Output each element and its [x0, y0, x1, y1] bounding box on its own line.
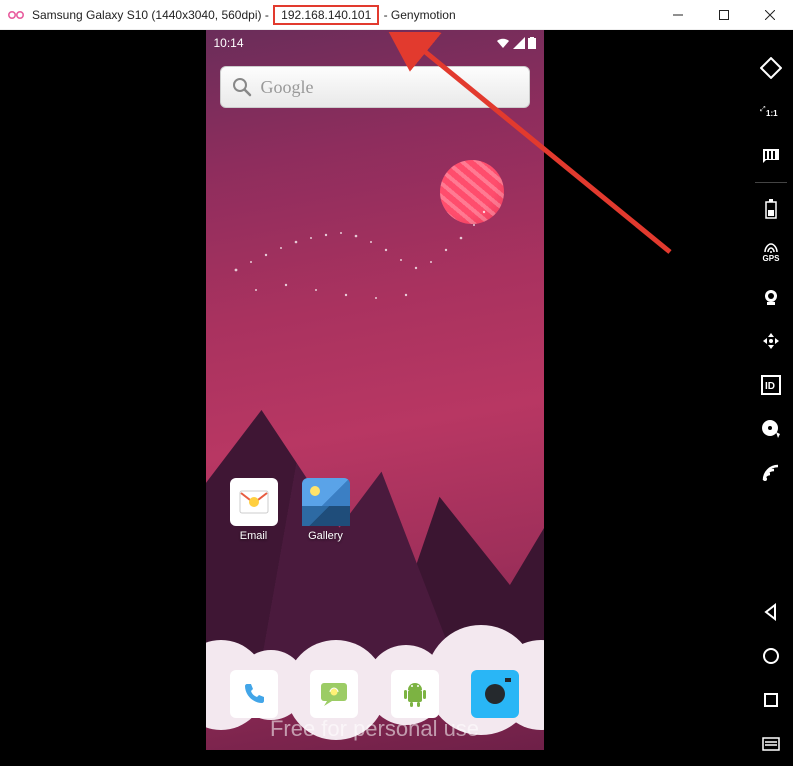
signal-icon: [513, 37, 525, 49]
title-brand: Genymotion: [391, 8, 456, 22]
battery-icon: [528, 37, 536, 49]
android-menu-button[interactable]: [749, 722, 793, 766]
email-icon: [230, 478, 278, 526]
title-ip: 192.168.140.101: [273, 5, 379, 25]
messaging-icon: [310, 670, 358, 718]
minimize-button[interactable]: [655, 0, 701, 30]
home-app-row: Email Gallery: [226, 478, 354, 542]
wallpaper-stars: [216, 190, 536, 340]
home-dock: [226, 670, 524, 718]
window-controls: [655, 0, 793, 30]
title-sep2: -: [380, 8, 391, 22]
search-icon: [231, 76, 253, 98]
android-home-button[interactable]: [749, 634, 793, 678]
svg-text:1:1: 1:1: [766, 109, 778, 118]
rotate-button[interactable]: [749, 46, 793, 90]
emulator-viewport: 10:14 Google: [0, 30, 749, 766]
window-titlebar: Samsung Galaxy S10 (1440x3040, 560dpi) -…: [0, 0, 793, 30]
genymotion-logo-icon: [8, 9, 26, 21]
android-back-button[interactable]: [749, 590, 793, 634]
camera-button[interactable]: [749, 275, 793, 319]
statusbar-right: [496, 37, 536, 49]
window-title: Samsung Galaxy S10 (1440x3040, 560dpi) -…: [32, 5, 456, 25]
title-device: Samsung Galaxy S10 (1440x3040, 560dpi): [32, 8, 261, 22]
maximize-button[interactable]: [701, 0, 747, 30]
network-button[interactable]: [749, 451, 793, 495]
app-apps[interactable]: [387, 670, 443, 718]
app-email-label: Email: [240, 530, 268, 542]
screencast-button[interactable]: [749, 134, 793, 178]
app-gallery[interactable]: Gallery: [298, 478, 354, 542]
gps-label: GPS: [763, 254, 780, 263]
identifier-button[interactable]: ID: [749, 363, 793, 407]
app-camera[interactable]: [467, 670, 523, 718]
app-phone[interactable]: [226, 670, 282, 718]
genymotion-sidebar: ⤢1:1 GPS ID: [749, 30, 793, 766]
title-sep1: -: [261, 8, 272, 22]
remote-button[interactable]: [749, 319, 793, 363]
gps-button[interactable]: GPS: [749, 231, 793, 275]
main-area: 10:14 Google: [0, 30, 793, 766]
svg-text:ID: ID: [765, 381, 775, 392]
gallery-icon: [302, 478, 350, 526]
app-gallery-label: Gallery: [308, 530, 343, 542]
app-messaging[interactable]: [306, 670, 362, 718]
google-search-widget[interactable]: Google: [220, 66, 530, 108]
camera-icon: [471, 670, 519, 718]
wifi-icon: [496, 37, 510, 49]
close-button[interactable]: [747, 0, 793, 30]
phone-icon: [230, 670, 278, 718]
disk-io-button[interactable]: [749, 407, 793, 451]
statusbar-time: 10:14: [214, 36, 244, 50]
app-email[interactable]: Email: [226, 478, 282, 542]
search-placeholder: Google: [261, 77, 314, 98]
android-icon: [391, 670, 439, 718]
android-statusbar: 10:14: [206, 30, 544, 56]
phone-screen[interactable]: 10:14 Google: [206, 30, 544, 750]
sidebar-separator: [755, 182, 787, 183]
battery-button[interactable]: [749, 187, 793, 231]
android-recents-button[interactable]: [749, 678, 793, 722]
pixel-perfect-button[interactable]: ⤢1:1: [749, 90, 793, 134]
